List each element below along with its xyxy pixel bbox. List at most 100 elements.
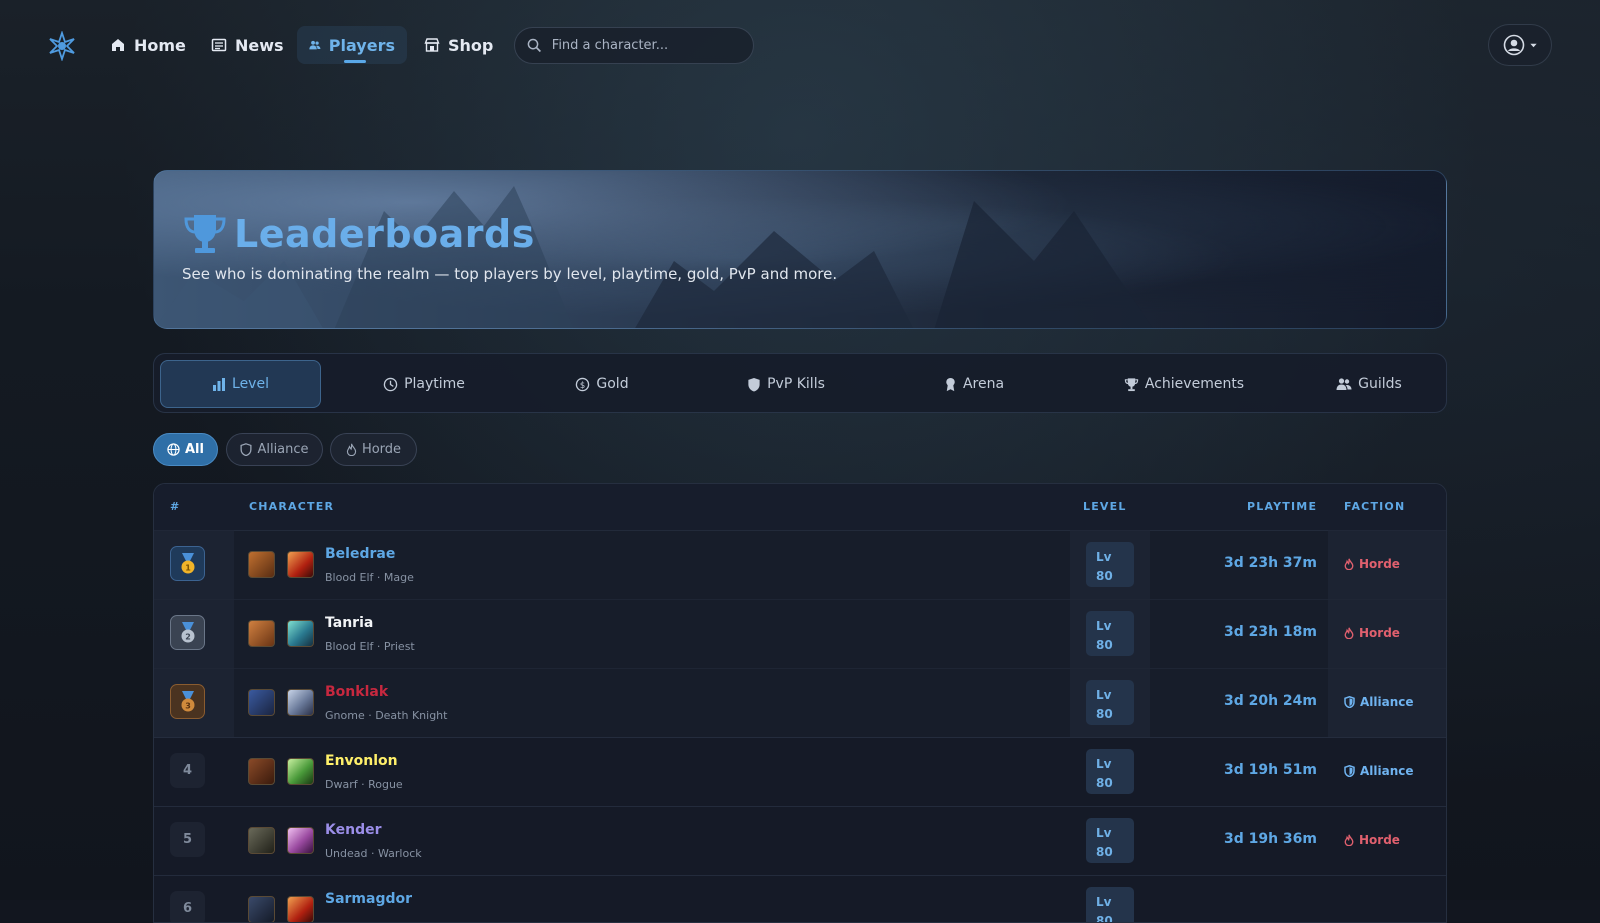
leaderboard-category-tabs: Level Playtime $ Gold PvP Kills Arena Ac… — [153, 353, 1447, 413]
flame-icon — [346, 443, 357, 456]
level-value: 80 — [1096, 638, 1113, 652]
character-race-class: Undead · Warlock — [325, 847, 422, 860]
race-portrait-icon — [248, 758, 275, 785]
gold-medal-icon: 1 — [181, 552, 194, 573]
filter-alliance-label: Alliance — [257, 442, 309, 457]
table-row[interactable]: 5 Kender Undead · Warlock Lv 80 3d 19h 36… — [154, 806, 1446, 876]
faction-label: Alliance — [1360, 764, 1414, 778]
rank-cell: 6 — [154, 875, 234, 922]
nav-home[interactable]: Home — [98, 26, 198, 64]
bronze-medal-icon: 3 — [181, 690, 194, 711]
character-name[interactable]: Tanria — [325, 615, 373, 631]
users-icon — [1336, 378, 1352, 390]
character-race-class: Gnome · Death Knight — [325, 709, 448, 722]
table-row[interactable]: 6 Sarmagdor Lv 80 — [154, 875, 1446, 922]
table-row[interactable]: 4 Envonlon Dwarf · Rogue Lv 80 3d 19h 51m… — [154, 737, 1446, 807]
shield-icon — [240, 443, 252, 456]
level-cell: Lv 80 — [1070, 668, 1150, 737]
silver-medal-icon: 2 — [181, 621, 194, 642]
faction-label: Horde — [1359, 557, 1400, 571]
header-faction: FACTION — [1344, 500, 1406, 513]
leaderboards-hero-banner: Leaderboards See who is dominating the r… — [153, 170, 1447, 329]
nav-players[interactable]: Players — [297, 26, 407, 64]
level-value: 80 — [1096, 776, 1113, 790]
character-race-class: Dwarf · Rogue — [325, 778, 403, 791]
level-badge: Lv 80 — [1086, 818, 1134, 863]
level-prefix: Lv — [1096, 757, 1112, 771]
faction-cell: Horde — [1328, 530, 1446, 599]
character-race-class: Blood Elf · Priest — [325, 640, 415, 653]
tab-pvp-kills-label: PvP Kills — [767, 376, 825, 392]
home-icon — [112, 39, 124, 51]
race-portrait-icon — [248, 896, 275, 922]
level-cell: Lv 80 — [1070, 530, 1150, 599]
news-icon — [211, 38, 227, 52]
table-row[interactable]: 1 Beledrae Blood Elf · Mage Lv 80 3d 23h … — [154, 530, 1446, 600]
hero-title-row: Leaderboards — [182, 211, 535, 257]
tab-achievements[interactable]: Achievements — [1074, 360, 1294, 408]
tab-achievements-label: Achievements — [1144, 376, 1245, 392]
level-prefix: Lv — [1096, 619, 1112, 633]
character-name[interactable]: Sarmagdor — [325, 891, 412, 907]
tab-playtime-label: Playtime — [404, 376, 465, 392]
tab-guilds-label: Guilds — [1358, 376, 1402, 392]
level-prefix: Lv — [1096, 895, 1112, 909]
character-name[interactable]: Envonlon — [325, 753, 398, 769]
character-race-class: Blood Elf · Mage — [325, 571, 414, 584]
nav-news[interactable]: News — [199, 26, 296, 64]
search-input[interactable] — [549, 37, 741, 54]
shop-icon — [424, 38, 440, 52]
active-nav-indicator — [344, 60, 366, 63]
character-name[interactable]: Kender — [325, 822, 382, 838]
svg-text:3: 3 — [185, 701, 191, 710]
tab-gold[interactable]: $ Gold — [522, 360, 682, 408]
class-icon — [287, 896, 314, 922]
class-priest-icon — [287, 620, 314, 647]
faction-label: Alliance — [1360, 695, 1414, 709]
tab-level[interactable]: Level — [160, 360, 321, 408]
site-logo-icon[interactable] — [47, 31, 77, 61]
table-row[interactable]: 2 Tanria Blood Elf · Priest Lv 80 3d 23h … — [154, 599, 1446, 669]
silver-medal-badge: 2 — [170, 615, 205, 650]
filter-horde[interactable]: Horde — [330, 433, 417, 466]
tab-level-label: Level — [232, 376, 269, 392]
award-icon — [946, 377, 955, 391]
trophy-small-icon — [1124, 377, 1139, 391]
globe-icon — [167, 443, 180, 456]
flame-icon — [1344, 834, 1354, 846]
clock-icon — [383, 377, 398, 391]
character-name[interactable]: Beledrae — [325, 546, 395, 562]
user-menu-button[interactable] — [1488, 24, 1552, 66]
tab-gold-label: Gold — [596, 376, 629, 392]
faction-cell: Alliance — [1328, 668, 1446, 737]
shield-icon — [1344, 696, 1355, 708]
filter-all[interactable]: All — [153, 433, 218, 466]
tab-arena-label: Arena — [962, 376, 1005, 392]
character-search[interactable] — [514, 27, 754, 64]
leaderboard-table: # CHARACTER LEVEL PLAYTIME FACTION 1 Bel… — [153, 483, 1447, 923]
tab-playtime[interactable]: Playtime — [344, 360, 504, 408]
tab-pvp-kills[interactable]: PvP Kills — [696, 360, 876, 408]
tab-arena[interactable]: Arena — [884, 360, 1064, 408]
svg-text:1: 1 — [185, 563, 191, 572]
level-value: 80 — [1096, 845, 1113, 859]
faction-badge: Horde — [1344, 626, 1400, 640]
playtime-value: 3d 23h 18m — [1223, 624, 1317, 640]
gold-medal-badge: 1 — [170, 546, 205, 581]
level-value: 80 — [1096, 707, 1113, 721]
character-name[interactable]: Bonklak — [325, 684, 388, 700]
level-cell: Lv 80 — [1070, 875, 1150, 922]
faction-label: Horde — [1359, 626, 1400, 640]
rank-cell: 4 — [154, 737, 234, 806]
coin-icon: $ — [576, 377, 590, 391]
tab-guilds[interactable]: Guilds — [1294, 360, 1444, 408]
table-row[interactable]: 3 Bonklak Gnome · Death Knight Lv 80 3d 2… — [154, 668, 1446, 738]
nav-players-label: Players — [328, 35, 395, 55]
faction-badge: Alliance — [1344, 695, 1414, 709]
rank-number: 4 — [170, 753, 205, 788]
level-badge: Lv 80 — [1086, 542, 1134, 587]
filter-alliance[interactable]: Alliance — [226, 433, 323, 466]
header-level: LEVEL — [1083, 500, 1127, 513]
nav-shop[interactable]: Shop — [412, 26, 505, 64]
class-death-knight-icon — [287, 689, 314, 716]
